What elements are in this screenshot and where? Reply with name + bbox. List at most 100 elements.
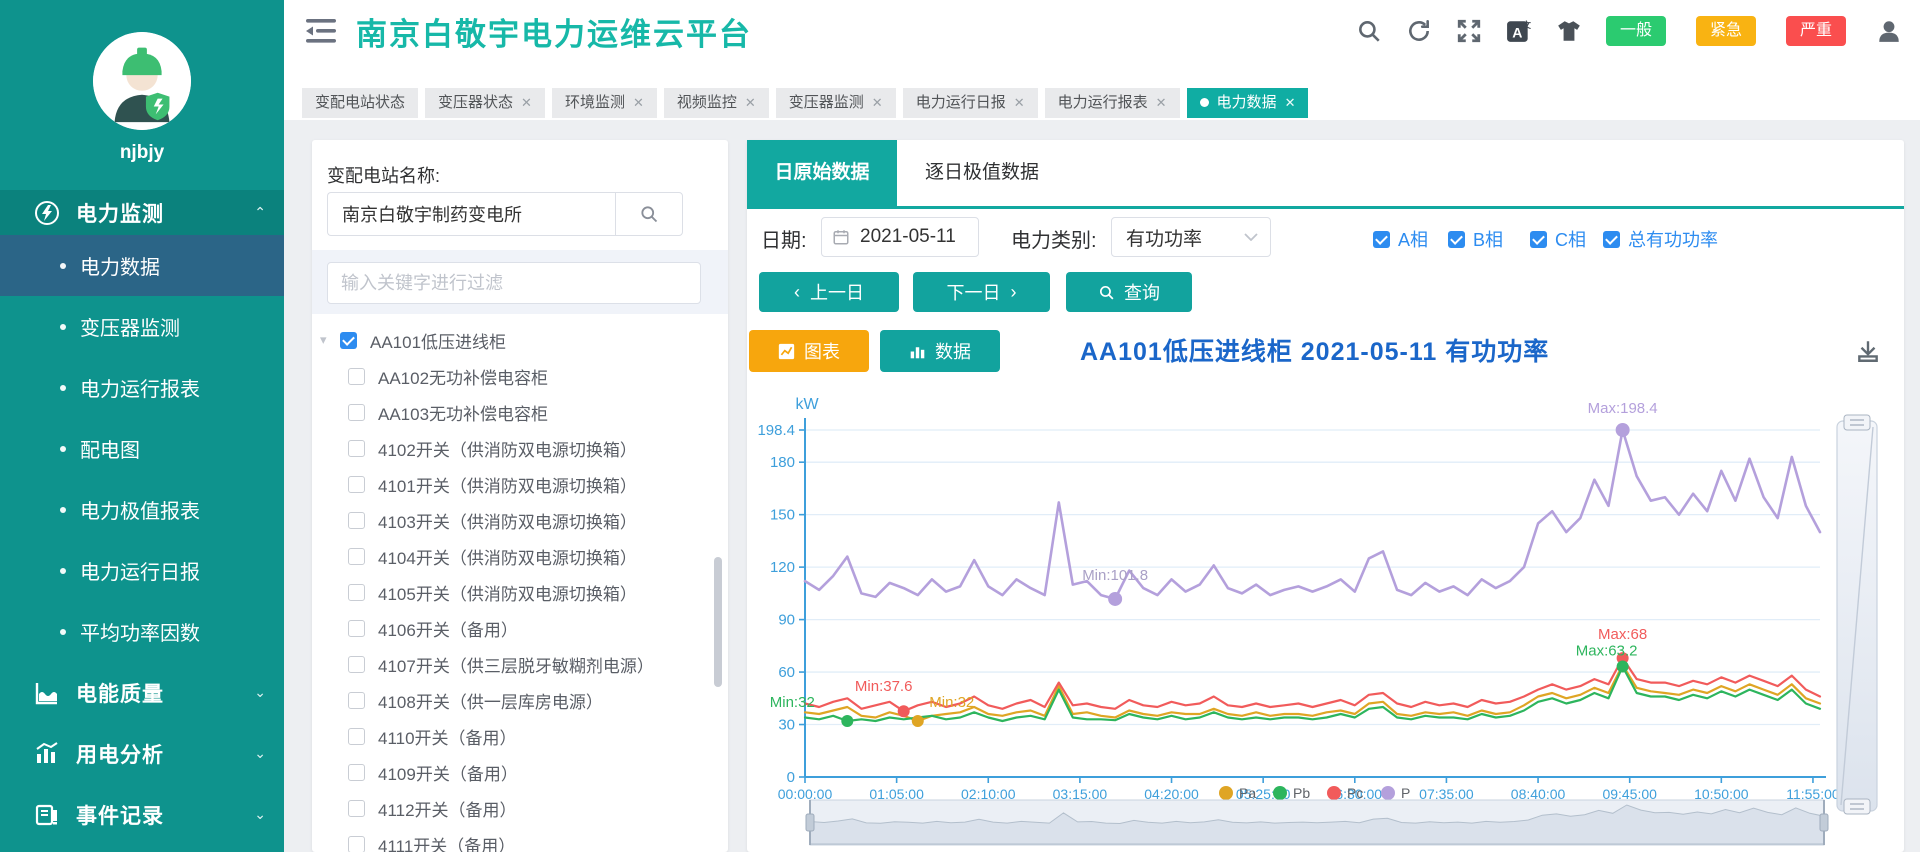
tree-node[interactable]: 4104开关（供消防双电源切换箱） — [312, 538, 728, 574]
station-search-button[interactable] — [615, 192, 683, 236]
checkbox-unchecked[interactable] — [348, 656, 365, 673]
checkbox-unchecked[interactable] — [348, 584, 365, 601]
checkbox-C相[interactable]: C相 — [1530, 226, 1586, 252]
tree-node-label[interactable]: 4112开关（备用） — [378, 796, 517, 821]
alarm-badge-一般[interactable]: 一般 — [1606, 16, 1666, 46]
tree-node[interactable]: 4111开关（备用） — [312, 826, 728, 852]
checkbox-checked[interactable] — [1373, 231, 1390, 248]
datazoom-handle[interactable] — [1844, 415, 1870, 430]
tree-scrollbar-thumb[interactable] — [714, 557, 722, 687]
tree-node[interactable]: 4108开关（供一层库房电源） — [312, 682, 728, 718]
tree-node[interactable]: 4103开关（供消防双电源切换箱） — [312, 502, 728, 538]
sidebar-item-电力运行日报[interactable]: 电力运行日报 — [0, 540, 284, 601]
tree-node-label[interactable]: 4111开关（备用） — [378, 832, 515, 852]
checkbox-unchecked[interactable] — [348, 728, 365, 745]
datazoom-horizontal[interactable] — [806, 800, 1828, 845]
caret-down-icon[interactable]: ▾ — [320, 332, 334, 348]
tree-node-label[interactable]: 4101开关（供消防双电源切换箱） — [378, 472, 637, 497]
legend-swatch-Pc[interactable] — [1327, 786, 1341, 800]
tree-node[interactable]: 4106开关（备用） — [312, 610, 728, 646]
close-icon[interactable]: ✕ — [521, 95, 532, 110]
open-tab-变配电站状态[interactable]: 变配电站状态 — [302, 88, 418, 118]
checkbox-checked[interactable] — [1603, 231, 1620, 248]
open-tab-变压器监测[interactable]: 变压器监测✕ — [776, 88, 896, 118]
tree-node[interactable]: 4107开关（供三层脱牙敏糊剂电源） — [312, 646, 728, 682]
checkbox-unchecked[interactable] — [348, 548, 365, 565]
close-icon[interactable]: ✕ — [1014, 95, 1025, 110]
close-icon[interactable]: ✕ — [872, 95, 883, 110]
tree-node-label[interactable]: 4109开关（备用） — [378, 760, 518, 785]
date-picker[interactable]: 2021-05-11 — [821, 217, 979, 257]
alarm-badge-紧急[interactable]: 紧急 — [1696, 16, 1756, 46]
checkbox-unchecked[interactable] — [348, 512, 365, 529]
tree-node[interactable]: AA103无功补偿电容柜 — [312, 394, 728, 430]
checkbox-总有功功率[interactable]: 总有功功率 — [1603, 226, 1718, 252]
legend-label[interactable]: P — [1401, 785, 1410, 801]
datazoom-vertical[interactable] — [1837, 415, 1877, 814]
checkbox-unchecked[interactable] — [348, 476, 365, 493]
tree-node-label[interactable]: 4107开关（供三层脱牙敏糊剂电源） — [378, 652, 654, 677]
tree-node[interactable]: 4110开关（备用） — [312, 718, 728, 754]
tree-node-label[interactable]: AA103无功补偿电容柜 — [378, 400, 548, 425]
tree-node-label[interactable]: 4103开关（供消防双电源切换箱） — [378, 508, 637, 533]
open-tab-环境监测[interactable]: 环境监测✕ — [552, 88, 657, 118]
download-icon[interactable] — [1855, 338, 1881, 364]
checkbox-unchecked[interactable] — [348, 692, 365, 709]
datazoom-handle[interactable] — [1820, 814, 1828, 831]
fullscreen-icon[interactable] — [1456, 18, 1482, 44]
open-tab-视频监控[interactable]: 视频监控✕ — [664, 88, 769, 118]
sidebar-item-电力极值报表[interactable]: 电力极值报表 — [0, 479, 284, 540]
close-icon[interactable]: ✕ — [745, 95, 756, 110]
data-view-button[interactable]: 数据 — [880, 330, 1000, 372]
tree-node[interactable]: 4102开关（供消防双电源切换箱） — [312, 430, 728, 466]
category-select[interactable]: 有功功率 — [1111, 217, 1271, 257]
chart-view-button[interactable]: 图表 — [749, 330, 869, 372]
sidebar-item-电力数据[interactable]: 电力数据 — [0, 235, 284, 296]
tree-node-label[interactable]: 4102开关（供消防双电源切换箱） — [378, 436, 637, 461]
legend-label[interactable]: Pb — [1293, 785, 1310, 801]
datazoom-handle[interactable] — [806, 814, 814, 831]
sidebar-toggle-icon[interactable] — [306, 18, 336, 44]
translate-icon[interactable]: A 文 — [1506, 18, 1532, 44]
tshirt-icon[interactable] — [1556, 18, 1582, 44]
sidebar-group-power-monitor[interactable]: 电力监测⌃ — [0, 190, 284, 235]
search-icon[interactable] — [1356, 18, 1382, 44]
tree-node-label[interactable]: 4106开关（备用） — [378, 616, 518, 641]
tree-node-label[interactable]: 4108开关（供一层库房电源） — [378, 688, 603, 713]
sidebar-item-变压器监测[interactable]: 变压器监测 — [0, 296, 284, 357]
sidebar-item-配电图[interactable]: 配电图 — [0, 418, 284, 479]
tab-daily-raw-data[interactable]: 日原始数据 — [747, 140, 897, 206]
datazoom-handle[interactable] — [1844, 799, 1870, 814]
sidebar-item-平均功率因数[interactable]: 平均功率因数 — [0, 601, 284, 662]
tree-node-label[interactable]: 4110开关（备用） — [378, 724, 517, 749]
tree-node[interactable]: AA102无功补偿电容柜 — [312, 358, 728, 394]
close-icon[interactable]: ✕ — [633, 95, 644, 110]
sidebar-group-event-log[interactable]: 事件记录⌄ — [0, 784, 284, 845]
checkbox-checked[interactable] — [1530, 231, 1547, 248]
legend-swatch-P[interactable] — [1381, 786, 1395, 800]
tree-node[interactable]: 4112开关（备用） — [312, 790, 728, 826]
tab-daily-extreme-data[interactable]: 逐日极值数据 — [907, 140, 1057, 206]
close-icon[interactable]: ✕ — [1285, 95, 1296, 110]
query-button[interactable]: 查询 — [1066, 272, 1192, 312]
tree-node[interactable]: 4109开关（备用） — [312, 754, 728, 790]
checkbox-A相[interactable]: A相 — [1373, 226, 1428, 252]
close-icon[interactable]: ✕ — [1156, 95, 1167, 110]
tree-node[interactable]: 4101开关（供消防双电源切换箱） — [312, 466, 728, 502]
next-day-button[interactable]: 下一日› — [913, 272, 1050, 312]
sidebar-group-usage-analysis[interactable]: 用电分析⌄ — [0, 723, 284, 784]
sidebar-item-电力运行报表[interactable]: 电力运行报表 — [0, 357, 284, 418]
tree-node-label[interactable]: AA102无功补偿电容柜 — [378, 364, 548, 389]
legend-label[interactable]: Pc — [1347, 785, 1363, 801]
tree-node-label[interactable]: 4105开关（供消防双电源切换箱） — [378, 580, 637, 605]
open-tab-变压器状态[interactable]: 变压器状态✕ — [425, 88, 545, 118]
tree-node-label[interactable]: AA101低压进线柜 — [370, 328, 506, 353]
refresh-icon[interactable] — [1406, 18, 1432, 44]
checkbox-unchecked[interactable] — [348, 836, 365, 852]
open-tab-电力运行日报[interactable]: 电力运行日报✕ — [903, 88, 1038, 118]
tree-node-label[interactable]: 4104开关（供消防双电源切换箱） — [378, 544, 637, 569]
open-tab-电力运行报表[interactable]: 电力运行报表✕ — [1045, 88, 1180, 118]
checkbox-B相[interactable]: B相 — [1448, 226, 1503, 252]
legend-swatch-Pa[interactable] — [1219, 786, 1233, 800]
station-name-input[interactable] — [327, 192, 615, 236]
